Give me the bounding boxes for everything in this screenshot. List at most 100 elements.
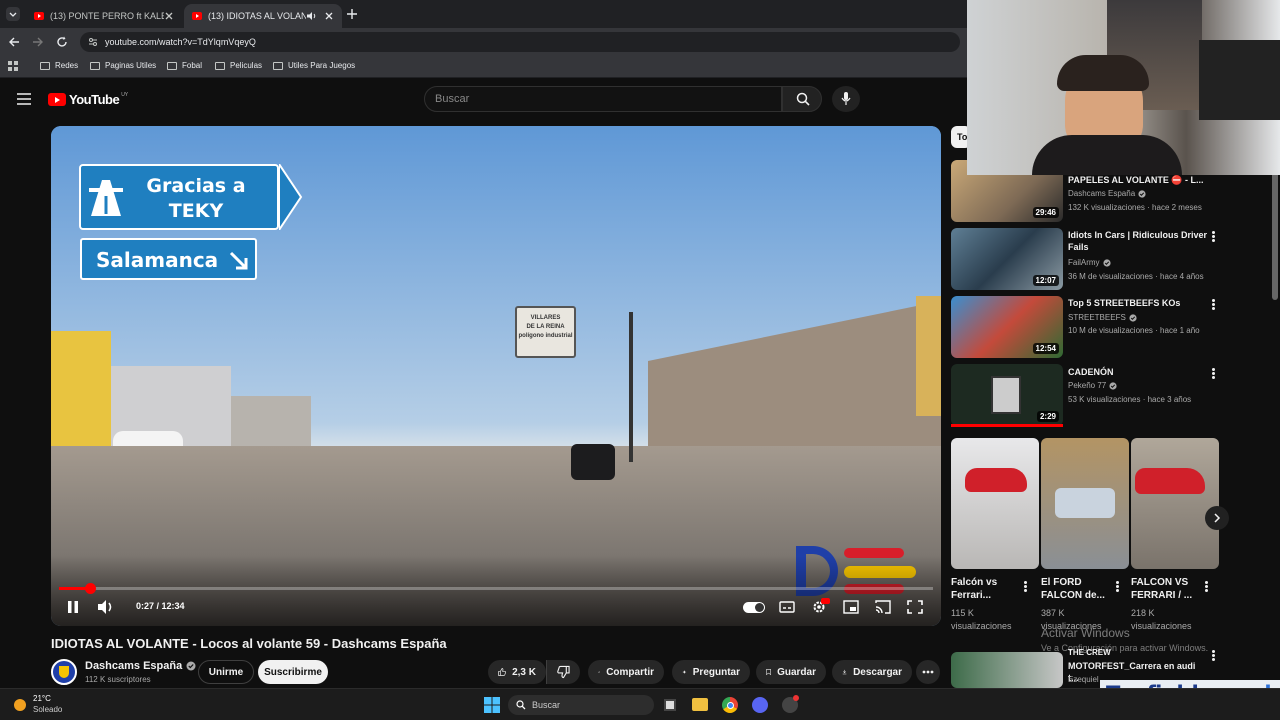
thumbs-up-icon [498,668,506,676]
new-tab-icon[interactable] [346,8,358,20]
apps-grid-icon[interactable] [8,61,19,72]
ask-label: Preguntar [692,666,740,678]
obs-icon[interactable] [782,695,799,713]
fullscreen-icon[interactable] [905,598,925,616]
rec-channel-1[interactable]: Dashcams España [1068,189,1146,198]
duration-badge: 12:07 [1032,275,1059,286]
progress-bar[interactable] [59,587,933,590]
share-label: Compartir [606,666,654,678]
cast-icon[interactable] [873,598,893,616]
channel-name-link[interactable]: Dashcams España [85,660,196,672]
rec-title-2[interactable]: Idiots In Cars | Ridiculous Driver Fails [1068,229,1208,253]
short-menu-button[interactable] [1205,581,1209,593]
rec-thumbnail-3[interactable]: 12:54 [951,296,1063,358]
bookmark-label: Redes [55,61,79,70]
address-bar[interactable]: youtube.com/watch?v=TdYlqmVqeyQ [80,32,960,52]
subscribe-label: Suscribirme [264,666,322,678]
short-title-1[interactable]: Falcón vs Ferrari... [951,576,1023,602]
rec-thumbnail-5[interactable] [951,652,1063,688]
forward-arrow-icon[interactable] [32,36,44,48]
short-title-3[interactable]: FALCON VS FERRARI / ... [1131,576,1203,602]
subtitles-icon[interactable] [777,598,797,616]
rec-menu-button[interactable] [1212,368,1216,380]
task-view-icon[interactable] [664,699,676,711]
search-input[interactable]: Buscar [424,86,782,112]
like-button[interactable]: 2,3 K [488,660,546,684]
close-icon[interactable] [324,11,334,21]
voice-search-button[interactable] [832,86,860,112]
page-scrollbar-thumb[interactable] [1272,170,1278,300]
windows-start-icon[interactable] [484,697,500,713]
short-menu-button[interactable] [1116,581,1120,593]
weather-temperature[interactable]: 21°C [33,694,51,703]
channel-avatar[interactable] [51,659,77,685]
join-label: Unirme [208,666,244,678]
search-button[interactable] [782,86,822,112]
tab-ponte-perro[interactable]: (13) PONTE PERRO ft KALEB DI [26,4,182,28]
autoplay-toggle[interactable] [743,602,765,613]
bookmark-paginas-utiles[interactable]: Paginas Utiles [90,61,156,70]
back-arrow-icon[interactable] [8,36,20,48]
ask-button[interactable]: Preguntar [672,660,750,684]
bookmark-label: Paginas Utiles [105,61,157,70]
rec-menu-button[interactable] [1212,299,1216,311]
rec-channel-2[interactable]: FailArmy [1068,258,1111,267]
rec-thumbnail-4[interactable]: 2:29 [951,364,1063,426]
dislike-button[interactable] [546,660,580,684]
shorts-next-button[interactable] [1205,506,1229,530]
rec-menu-button[interactable] [1212,650,1216,662]
bookmark-utiles-para-juegos[interactable]: Utiles Para Juegos [273,61,355,70]
reload-icon[interactable] [56,36,68,48]
site-info-icon[interactable] [88,37,98,47]
duration-badge: 2:29 [1036,411,1059,422]
webcam-furniture [1199,40,1280,120]
speaker-icon[interactable] [306,11,318,21]
overlay-sign-text: Gracias a TEKY [146,175,246,222]
chrome-icon[interactable] [722,697,738,713]
rec-title-3[interactable]: Top 5 STREETBEEFS KOs [1068,297,1208,309]
video-player[interactable]: VILLARES DE LA REINA polígono industrial… [51,126,941,626]
pause-icon[interactable] [63,598,83,616]
share-button[interactable]: Compartir [588,660,664,684]
search-icon [516,700,526,710]
bookmark-label: Fobal [182,61,203,70]
rec-thumbnail-2[interactable]: 12:07 [951,228,1063,290]
weather-condition: Soleado [33,705,63,714]
bookmark-fobal[interactable]: Fobal [167,61,202,70]
short-menu-button[interactable] [1024,581,1028,593]
rec-channel-3[interactable]: STREETBEEFS [1068,313,1137,322]
rec-channel: FailArmy [1068,258,1100,267]
hd-badge [821,598,830,604]
short-thumbnail-1[interactable] [951,438,1039,569]
youtube-logo[interactable]: YouTube UY [48,92,128,107]
subscribe-button[interactable]: Suscribirme [258,660,328,684]
rec-channel-4[interactable]: Pekeño 77 [1068,381,1117,390]
bookmark-peliculas[interactable]: Peliculas [215,61,262,70]
bookmark-redes[interactable]: Redes [40,61,78,70]
rec-title-4[interactable]: CADENÓN [1068,366,1208,378]
tab-search-button[interactable] [6,7,20,21]
join-button[interactable]: Unirme [198,660,254,684]
rec-title-1[interactable]: PAPELES AL VOLANTE ⛔ - L... [1068,174,1208,186]
short-thumbnail-3[interactable] [1131,438,1219,569]
save-button[interactable]: Guardar [756,660,826,684]
folder-icon [167,61,177,70]
menu-icon[interactable] [17,93,31,105]
close-icon[interactable] [164,11,174,21]
download-button[interactable]: Descargar [832,660,912,684]
more-actions-button[interactable] [916,660,940,684]
miniplayer-icon[interactable] [841,598,861,616]
short-title-2[interactable]: El FORD FALCON de... [1041,576,1113,602]
volume-icon[interactable] [95,598,115,616]
folder-icon [40,61,50,70]
microphone-icon [841,92,851,105]
discord-icon[interactable] [752,697,768,713]
verified-icon [1138,189,1146,198]
short-thumbnail-2[interactable] [1041,438,1129,569]
file-explorer-icon[interactable] [692,698,708,711]
time-display: 0:27 / 12:34 [136,601,185,611]
tab-idiotas-al-volante[interactable]: (13) IDIOTAS AL VOLANTE [184,4,342,28]
rec-menu-button[interactable] [1212,231,1216,243]
windows-taskbar: 21°C Soleado Buscar [0,688,1280,720]
taskbar-search[interactable]: Buscar [508,695,654,715]
